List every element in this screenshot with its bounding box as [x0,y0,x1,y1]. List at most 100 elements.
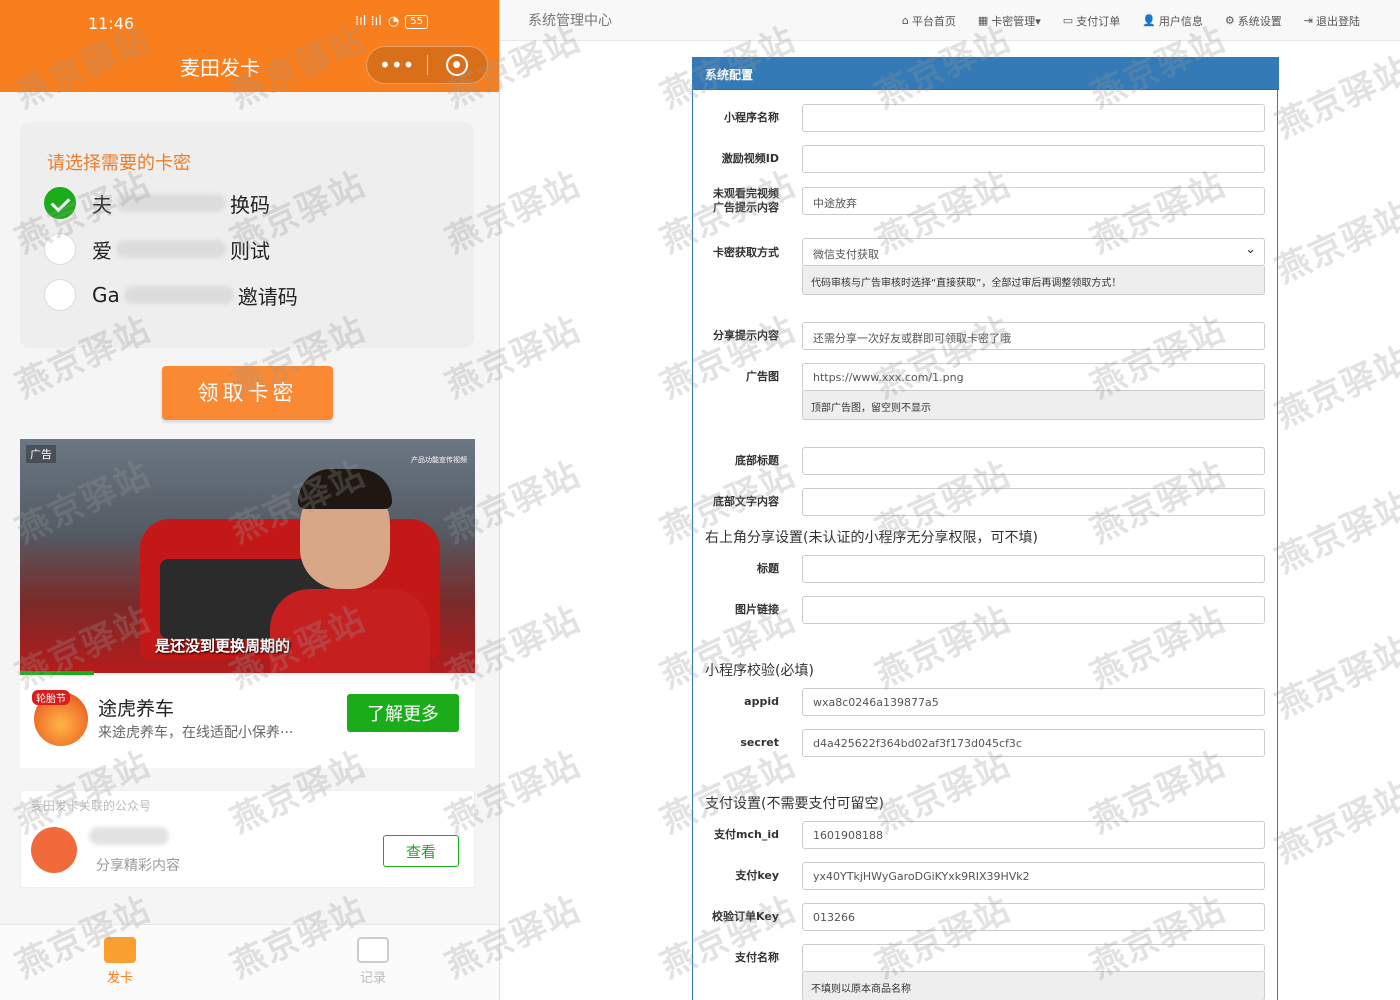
learn-more-button[interactable]: 了解更多 [347,694,459,732]
card-select-panel: 请选择需要的卡密 夫 换码 爱 则试 Ga 邀请码 [20,122,474,348]
tab-bar: 发卡 记录 [0,924,499,1000]
card-icon [104,937,136,963]
close-target-button[interactable] [427,47,487,83]
nav-label: 支付订单 [1076,14,1121,28]
option-suffix: 换码 [230,192,270,217]
wifi-icon: ◔ [387,14,400,29]
pay-name-input[interactable] [802,944,1265,972]
status-bar-icons: ⁞ıl ⁞ıl ◔ 55 [355,14,428,29]
option-3[interactable]: Ga 邀请码 [44,278,298,312]
label-line: 广告提示内容 [713,201,779,214]
capsule-menu[interactable]: ••• [366,46,488,84]
claim-card-button[interactable]: 领取卡密 [162,366,333,420]
status-time: 11:46 [88,14,135,33]
config-panel: 系统配置 小程序名称 激励视频ID 未观看完视频 广告提示内容 中途放弃 卡密获取… [692,57,1279,1000]
option-label: Ga 邀请码 [92,281,298,310]
label-pay-key: 支付key [735,869,779,882]
nav-users[interactable]: 👤 用户信息 [1142,13,1203,29]
blurred-text [116,194,226,212]
label-share-title: 标题 [757,562,779,575]
option-label: 夫 换码 [92,189,270,218]
fetch-mode-hint: 代码审核与广告审核时选择“直接获取”，全部过审后再调整领取方式！ [802,266,1265,295]
select-title: 请选择需要的卡密 [47,153,191,174]
tab-record[interactable]: 记录 [333,937,413,986]
label-appid: appid [744,695,779,708]
share-title-input[interactable] [802,555,1265,583]
label-order-key: 校验订单Key [712,910,779,923]
option-1[interactable]: 夫 换码 [44,186,270,220]
video-id-input[interactable] [802,145,1265,173]
footer-title-input[interactable] [802,447,1265,475]
radio-icon[interactable] [44,233,76,265]
label-unwatched-tip: 未观看完视频 广告提示内容 [693,187,779,215]
secret-input[interactable]: d4a425622f364bd02af3f173d045cf3c [802,729,1265,757]
appid-input[interactable]: wxa8c0246a139877a5 [802,688,1265,716]
radio-icon[interactable] [44,279,76,311]
mch-id-input[interactable]: 1601908188 [802,821,1265,849]
target-icon [446,54,469,76]
pay-section-title: 支付设置(不需要支付可留空) [705,796,884,812]
gear-icon: ⚙ [1224,14,1235,27]
pay-key-input[interactable]: yx40YTkjHWyGaroDGiKYxk9RIX39HVk2 [802,862,1265,890]
tab-label: 发卡 [106,971,133,986]
mini-program-screen: 11:46 ⁞ıl ⁞ıl ◔ 55 麦田发卡 ••• 请选择需要的卡密 夫 换码… [0,0,500,1000]
ad-image-input[interactable]: https://www.xxx.com/1.png [802,363,1265,391]
option-prefix: 爱 [92,238,112,263]
ad-promo-bar[interactable]: 轮胎节 途虎养车 来途虎养车，在线适配小保养··· 了解更多 [20,676,475,768]
label-video-id: 激励视频ID [721,152,779,165]
verify-section-title: 小程序校验(必填) [705,663,814,679]
ad-image-hint: 顶部广告图，留空则不显示 [802,391,1265,420]
label-app-name: 小程序名称 [724,111,779,124]
oa-desc: 分享精彩内容 [96,858,180,874]
app-name-input[interactable] [802,104,1265,132]
nav-label: 退出登陆 [1316,14,1360,28]
nav-settings[interactable]: ⚙ 系统设置 [1225,13,1282,29]
logo-tag: 轮胎节 [32,690,70,705]
share-tip-input[interactable]: 还需分享一次好友或群即可领取卡密了哦 [802,322,1265,350]
label-mch-id: 支付mch_id [714,828,779,841]
tab-card[interactable]: 发卡 [80,937,160,986]
phone-header: 11:46 ⁞ıl ⁞ıl ◔ 55 麦田发卡 ••• [0,0,499,92]
ad-person-body [270,589,430,673]
unwatched-tip-input[interactable]: 中途放弃 [802,187,1265,215]
signal-icon: ⁞ıl ⁞ıl [355,14,382,29]
video-ad[interactable]: 广告 产品功能宣传视频 是还没到更换周期的 [20,439,475,673]
nav-label: 用户信息 [1158,14,1203,28]
label-fetch-mode: 卡密获取方式 [713,246,779,259]
blurred-text [116,240,226,258]
nav-home[interactable]: ⌂ 平台首页 [902,13,956,29]
ad-topright-text: 产品功能宣传视频 [411,456,467,464]
panel-title: 系统配置 [693,57,1279,90]
more-dots-icon[interactable]: ••• [367,47,427,83]
brand[interactable]: 系统管理中心 [528,10,612,30]
official-account-card: 麦田发卡关联的公众号 分享精彩内容 查看 [20,790,475,888]
ad-tag: 广告 [26,445,56,463]
nav-logout[interactable]: ⇥ 退出登陆 [1304,13,1360,29]
label-footer-title: 底部标题 [735,454,779,467]
fetch-mode-select[interactable]: 微信支付获取 [802,238,1265,266]
home-icon: ⌂ [901,14,909,27]
promo-name: 途虎养车 [98,698,175,720]
label-footer-text: 底部文字内容 [713,495,779,508]
option-suffix: 则试 [230,238,270,263]
option-suffix: 邀请码 [237,284,298,309]
card-icon: ▭ [1062,14,1074,27]
nav-card-manage[interactable]: ▦ 卡密管理▾ [978,13,1041,29]
share-image-input[interactable] [802,596,1265,624]
footer-text-input[interactable] [802,488,1265,516]
tab-label: 记录 [359,971,386,986]
battery-icon: 55 [405,14,428,29]
order-key-input[interactable]: 013266 [802,903,1265,931]
label-ad-image: 广告图 [746,370,779,383]
record-icon [357,937,389,963]
option-2[interactable]: 爱 则试 [44,232,270,266]
grid-icon: ▦ [977,14,989,27]
label-share-image: 图片链接 [735,603,779,616]
nav-orders[interactable]: ▭ 支付订单 [1063,13,1120,29]
nav-label: 平台首页 [911,14,956,28]
view-button[interactable]: 查看 [383,835,459,867]
oa-avatar [31,827,77,873]
radio-checked-icon[interactable] [44,187,76,219]
ad-person-hair [298,469,392,509]
option-prefix: 夫 [92,192,112,217]
